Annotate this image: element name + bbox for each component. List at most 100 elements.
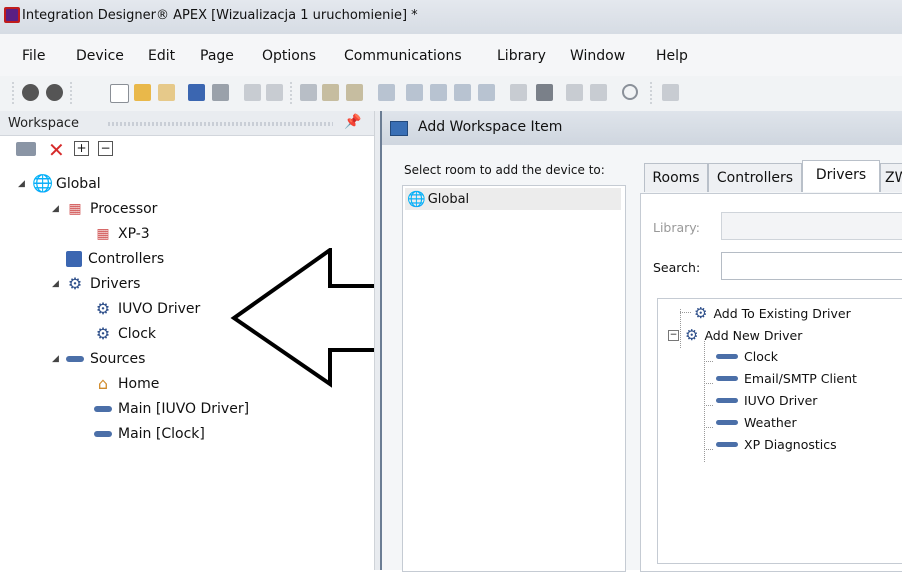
layer-icon[interactable] [510, 84, 527, 101]
tab-rooms[interactable]: Rooms [644, 163, 708, 192]
zoom-icon[interactable] [622, 84, 638, 100]
tree-label: Sources [90, 351, 146, 367]
tree-item-weather[interactable]: Weather [716, 415, 797, 430]
menu-bar: File Device Edit Page Options Communicat… [0, 34, 902, 76]
tree-label: XP-3 [118, 226, 150, 242]
expand-triangle-icon[interactable]: ◢ [18, 179, 28, 189]
tool-icon[interactable] [662, 84, 679, 101]
menu-device[interactable]: Device [76, 48, 124, 64]
align-center-icon[interactable] [406, 84, 423, 101]
tree-item-email-smtp[interactable]: Email/SMTP Client [716, 371, 857, 386]
title-bar: Integration Designer® APEX [Wizualizacja… [0, 0, 902, 35]
collapse-all-icon[interactable]: − [98, 141, 113, 156]
room-item-global[interactable]: 🌐 Global [405, 188, 621, 210]
back-icon[interactable] [22, 84, 39, 101]
save-icon[interactable] [188, 84, 205, 101]
expand-triangle-icon[interactable]: ◢ [52, 279, 62, 289]
expand-triangle-icon[interactable]: ◢ [52, 354, 62, 364]
tree-item-drivers[interactable]: ◢ ⚙ Drivers [52, 276, 141, 293]
expand-all-icon[interactable]: + [74, 141, 89, 156]
grid-icon[interactable] [566, 84, 583, 101]
copy-icon[interactable] [322, 84, 339, 101]
tree-item-controllers[interactable]: Controllers [66, 251, 164, 267]
tree-label: Clock [118, 326, 157, 342]
menu-window[interactable]: Window [570, 48, 625, 64]
tree-label: Add New Driver [704, 327, 803, 343]
tree-label: Home [118, 376, 160, 392]
tree-item-add-new[interactable]: − ⚙ Add New Driver [668, 326, 802, 344]
spacing-icon[interactable] [478, 84, 495, 101]
dialog-title: Add Workspace Item [418, 119, 563, 135]
tree-item-sources[interactable]: ◢ Sources [52, 351, 145, 367]
tree-item-global[interactable]: ◢ 🌐 Global [18, 176, 101, 193]
library-field[interactable] [721, 212, 902, 240]
select-room-label: Select room to add the device to: [404, 163, 605, 177]
tab-controllers[interactable]: Controllers [708, 163, 802, 192]
menu-page[interactable]: Page [200, 48, 234, 64]
align-right-icon[interactable] [430, 84, 447, 101]
tree-label: Weather [744, 415, 797, 430]
tree-label: Processor [90, 201, 158, 217]
tree-label: IUVO Driver [744, 393, 818, 408]
home-icon: ⌂ [97, 374, 109, 393]
source-icon [716, 354, 738, 359]
paste-icon[interactable] [346, 84, 363, 101]
window-title: Integration Designer® APEX [Wizualizacja… [22, 8, 418, 23]
tree-item-add-existing[interactable]: ⚙ Add To Existing Driver [694, 304, 851, 322]
room-list[interactable]: 🌐 Global [402, 185, 626, 572]
search-input[interactable] [721, 252, 902, 280]
tree-item-home[interactable]: ⌂ Home [94, 374, 160, 393]
align-left-icon[interactable] [378, 84, 395, 101]
app-icon [4, 7, 20, 23]
delete-icon[interactable]: ✕ [48, 138, 65, 162]
tree-label: Controllers [88, 251, 165, 267]
expand-triangle-icon[interactable]: ◢ [52, 204, 62, 214]
gear-add-icon: ⚙ [685, 326, 699, 344]
driver-tree[interactable]: ⚙ Add To Existing Driver − ⚙ Add New Dri… [657, 298, 902, 564]
source-icon [94, 406, 112, 412]
menu-library[interactable]: Library [497, 48, 546, 64]
print-icon[interactable] [212, 84, 229, 101]
undo-icon[interactable] [244, 84, 261, 101]
redo-icon[interactable] [266, 84, 283, 101]
open-folder-icon[interactable] [134, 84, 151, 101]
tree-item-iuvo-driver[interactable]: ⚙ IUVO Driver [94, 299, 201, 318]
gear-icon: ⚙ [95, 299, 111, 318]
menu-file[interactable]: File [22, 48, 45, 64]
menu-edit[interactable]: Edit [148, 48, 175, 64]
dialog-title-bar: Add Workspace Item [382, 111, 902, 145]
tree-item-processor[interactable]: ◢ ▦ Processor [52, 201, 157, 217]
add-item-icon[interactable] [16, 142, 36, 156]
menu-communications[interactable]: Communications [344, 48, 462, 64]
source-icon [94, 431, 112, 437]
forward-icon[interactable] [46, 84, 63, 101]
pin-icon[interactable]: 📌 [344, 114, 361, 130]
recent-folder-icon[interactable] [158, 84, 175, 101]
drag-grip[interactable] [108, 122, 333, 126]
snap-icon[interactable] [590, 84, 607, 101]
menu-help[interactable]: Help [656, 48, 688, 64]
tree-label: Main [IUVO Driver] [118, 401, 250, 417]
tree-item-clock[interactable]: ⚙ Clock [94, 326, 157, 343]
tree-label: Drivers [90, 276, 141, 292]
tree-item-clock[interactable]: Clock [716, 349, 778, 364]
tree-item-xp-diagnostics[interactable]: XP Diagnostics [716, 437, 837, 452]
workspace-title: Workspace [8, 116, 80, 131]
cut-icon[interactable] [300, 84, 317, 101]
tab-drivers[interactable]: Drivers [802, 160, 880, 192]
tree-item-iuvo-driver[interactable]: IUVO Driver [716, 393, 817, 408]
source-icon [66, 356, 84, 362]
tree-item-main-clock[interactable]: Main [Clock] [94, 426, 205, 442]
new-file-icon[interactable] [110, 84, 129, 103]
dialog-icon [390, 121, 408, 136]
collapse-icon[interactable]: − [668, 329, 679, 341]
tree-label: Clock [744, 349, 778, 364]
bring-front-icon[interactable] [536, 84, 553, 101]
distribute-icon[interactable] [454, 84, 471, 101]
tab-zw[interactable]: ZW [880, 163, 902, 192]
tree-label: IUVO Driver [118, 301, 201, 317]
toolbar [0, 76, 902, 112]
tree-item-xp3[interactable]: ▦ XP-3 [94, 226, 150, 242]
tree-item-main-iuvo[interactable]: Main [IUVO Driver] [94, 401, 249, 417]
menu-options[interactable]: Options [262, 48, 316, 64]
